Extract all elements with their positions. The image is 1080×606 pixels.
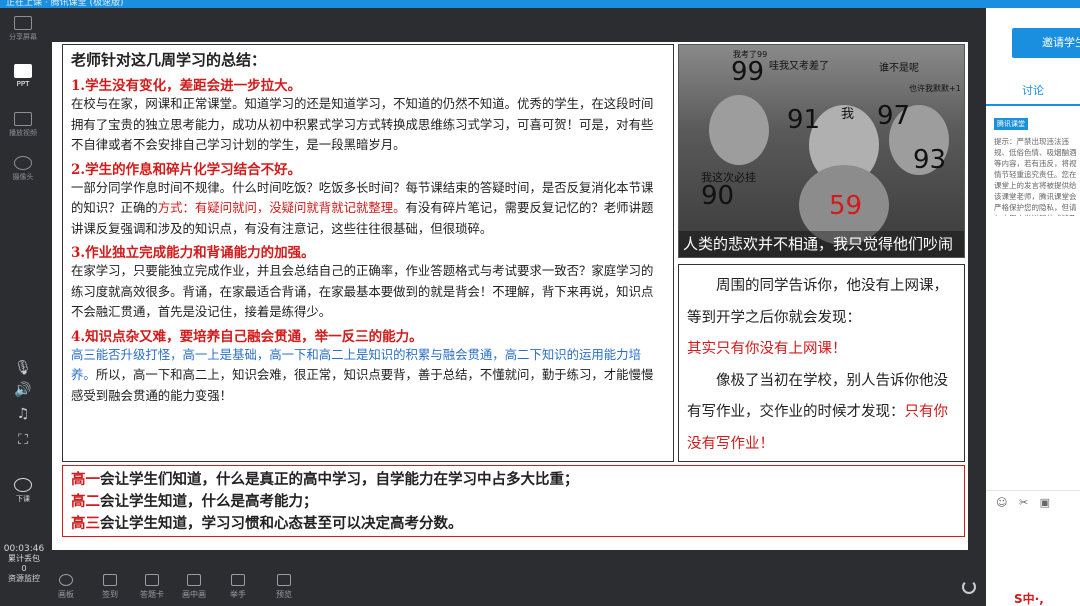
toolbar-label: 画中画 [182,590,206,599]
side-note-highlight-1: 其实只有你没有上网课！ [687,341,847,357]
summary-box: 老师针对这几周学习的总结： 1.学生没有变化，差距会进一步拉大。 在校与在家，网… [62,44,674,462]
mic-icon[interactable]: 🎙 [0,360,46,376]
grade-label: 高一 [71,471,100,488]
class-timer: 00:03:46 [3,544,45,554]
answer-card-icon [145,574,159,586]
sidebar-item-label: 分享屏幕 [9,33,37,41]
picture-in-picture-icon [187,574,201,586]
toolbar-item-preview[interactable]: 预览 [266,574,302,600]
toolbar-item-whiteboard[interactable]: 画板 [48,574,84,600]
meme-label: 我 [841,107,855,122]
palette-icon [59,574,73,586]
section-3-body: 在家学习，只要能独立完成作业，并且会总结自己的正确率，作业答题格式与考试要求一致… [71,263,654,319]
hand-icon [231,574,245,586]
section-4-body: 高三能否升级打怪，高一上是基础，高一下和高二上是知识的积累与融会贯通，高二下知识… [71,345,665,407]
score-number: 99 [731,57,765,87]
section-2-heading: 2.学生的作息和碎片化学习结合不好。 [71,161,302,178]
grade-label: 高二 [71,493,100,510]
fullscreen-icon[interactable]: ⛶ [0,432,46,448]
calendar-icon [103,574,117,586]
score-number: 59 [829,191,863,221]
class-status: 00:03:46 累计丢包 0 资源监控 [2,544,46,584]
toolbar-item-raise-hand[interactable]: 举手 [220,574,256,600]
grade-line-2: 高二会让学生知道，什么是高考能力； [71,491,956,513]
chat-tools[interactable]: ☺ ✂ ▣ [996,496,1054,509]
sidebar-item-play-video[interactable]: 播放视频 [0,112,46,138]
score-number: 91 [787,105,821,135]
grade-text: 会让学生知道，什么是高考能力； [100,493,318,510]
sidebar-item-label: PPT [16,80,30,88]
section-4-heading: 4.知识点杂又难，要培养自己融会贯通，举一反三的能力。 [71,328,423,345]
grade-line-3: 高三会让学生知道，学习习惯和心态甚至可以决定高考分数。 [71,513,956,535]
section-2-body: 一部分同学作息时间不规律。什么时间吃饭？吃饭多长时间？每节课结束的答疑时间，是否… [71,178,665,240]
section-3-heading: 3.作业独立完成能力和背诵能力的加强。 [71,245,315,261]
toolbar-label: 举手 [230,590,246,599]
toolbar-label: 预览 [276,590,292,599]
system-badge: 腾讯课堂 [994,118,1028,130]
end-class-label: 下课 [16,495,30,503]
grade-text: 会让学生知道，学习习惯和心态甚至可以决定高考分数。 [100,515,463,532]
tab-discussion[interactable]: 讨论 [986,82,1080,106]
speaker-icon[interactable]: 🔊 [0,382,46,398]
side-note-paragraph-2: 像极了当初在学校，别人告诉你他没有写作业，交作业的时候才发现：只有你没有写作业！ [687,366,956,461]
resource-monitor-label: 资源监控 [8,574,40,583]
section-4-text-b: 所以，高一下和高二上，知识会难，很正常，知识点要背，善于总结，不懂就问，勤于练习… [71,367,654,403]
camera-icon [14,156,32,170]
toolbar-item-answer-card[interactable]: 答题卡 [134,574,170,600]
sidebar-item-ppt[interactable]: PPT [0,64,46,88]
chat-divider [986,490,1080,491]
ppt-icon [14,64,32,78]
side-note-paragraph-1: 周围的同学告诉你，他没有上网课，等到开学之后你就会发现： [687,278,948,326]
meme-photo: 我考了99 哇我又考差了 谁不是呢 也许我默默+1 我 我这次必挂 99 91 … [678,44,965,258]
toolbar-item-picture-in-picture[interactable]: 画中画 [176,574,212,600]
chat-panel: 邀请学生 讨论 腾讯课堂 提示：严禁出现违法违规、低俗色情、吸烟酗酒等内容，若有… [986,8,1080,606]
toolbar-label: 签到 [102,590,118,599]
share-screen-icon [14,16,32,30]
meme-label: 哇我又考差了 [769,61,829,72]
invite-students-button[interactable]: 邀请学生 [1012,28,1080,58]
score-number: 90 [701,181,735,211]
score-number: 97 [877,101,911,131]
sidebar-item-share-screen[interactable]: 分享屏幕 [0,16,46,42]
title-bar: 正在上课 · 腾讯课堂 (极速版) [0,0,1080,8]
grade-label: 高三 [71,515,100,532]
music-icon[interactable]: ♫ [0,406,46,422]
summary-title: 老师针对这几周学习的总结： [71,51,267,69]
bottom-toolbar: 画板 签到 答题卡 画中画 举手 预览 [46,566,986,606]
toolbar-item-checkin[interactable]: 签到 [92,574,128,600]
window-title: 正在上课 · 腾讯课堂 (极速版) [6,0,124,8]
packet-loss-label: 累计丢包 [8,554,40,563]
chat-tip: 提示：严禁出现违法违规、低俗色情、吸烟酗酒等内容，若有违反，将视情节轻重追究责任… [994,137,1077,216]
left-sidebar: 分享屏幕 PPT 播放视频 摄像头 🎙 🔊 ♫ ⛶ 下课 [0,8,46,606]
power-icon[interactable] [962,580,976,594]
grade-line-1: 高一会让学生们知道，什么是真正的高中学习，自学能力在学习中占多大比重； [71,469,956,491]
end-class-button[interactable]: 下课 [0,478,46,504]
meme-label: 谁不是呢 [879,63,919,74]
score-number: 93 [913,145,947,175]
ime-brand-logo: S中·, [1014,592,1044,606]
section-1-heading: 1.学生没有变化，差距会进一步拉大。 [71,78,302,94]
toolbar-label: 答题卡 [140,590,164,599]
section-1-body: 在校与在家，网课和正常课堂。知道学习的还是知道学习，不知道的仍然不知道。优秀的学… [71,96,654,152]
grade-summary-box: 高一会让学生们知道，什么是真正的高中学习，自学能力在学习中占多大比重； 高二会让… [62,465,965,537]
packet-loss-value: 0 [21,564,27,573]
sidebar-item-label: 摄像头 [12,173,34,181]
play-video-icon [14,112,32,126]
grade-text: 会让学生们知道，什么是真正的高中学习，自学能力在学习中占多大比重； [100,471,579,488]
power-icon [14,478,32,492]
side-note-box: 周围的同学告诉你，他没有上网课，等到开学之后你就会发现： 其实只有你没有上网课！… [678,264,965,462]
meme-caption: 人类的悲欢并不相通，我只觉得他们吵闹 [679,231,964,257]
face-shape [709,95,769,165]
section-2-highlight: 方式：有疑问就问，没疑问就背就记就整理。 [157,200,406,215]
meme-label: 也许我默默+1 [909,84,961,93]
preview-icon [277,574,291,586]
toolbar-label: 画板 [58,590,74,599]
sidebar-item-label: 播放视频 [9,129,37,137]
sidebar-item-camera[interactable]: 摄像头 [0,156,46,182]
